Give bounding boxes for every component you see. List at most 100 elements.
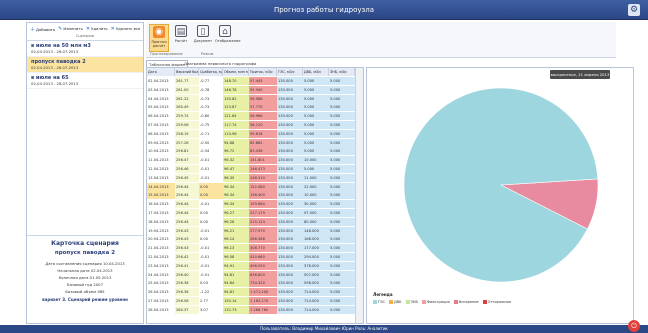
cell-upper-level[interactable]: 256.43 bbox=[175, 226, 199, 235]
cell-upper-level[interactable]: 258.19 bbox=[175, 129, 199, 138]
cell-drawdown[interactable]: 0.00 bbox=[199, 218, 223, 226]
cell-dvb[interactable]: 80.000 bbox=[303, 217, 329, 226]
cell-drawdown[interactable]: 0.00 bbox=[199, 183, 223, 191]
table-row[interactable]: 07.04.2013 259.06 -0.75 117.74 58.120 130.000… bbox=[147, 121, 355, 129]
col-header[interactable]: Дата bbox=[147, 68, 175, 76]
cell-inflow[interactable]: 636.800 bbox=[249, 270, 277, 279]
cell-dvb[interactable]: 5.000 bbox=[303, 85, 329, 94]
cell-drawdown[interactable]: -0.75 bbox=[199, 121, 223, 129]
cell-znb[interactable]: 5.000 bbox=[329, 217, 355, 226]
cell-ges[interactable]: 130.000 bbox=[277, 156, 303, 165]
cell-inflow[interactable]: 420.660 bbox=[249, 253, 277, 261]
cell-znb[interactable]: 5.000 bbox=[329, 244, 355, 253]
cell-ges[interactable]: 130.000 bbox=[277, 244, 303, 253]
cell-upper-level[interactable]: 256.81 bbox=[175, 147, 199, 156]
cell-inflow[interactable]: 146.473 bbox=[249, 165, 277, 173]
cell-date[interactable]: 28.04.2013 bbox=[147, 306, 175, 314]
cell-inflow[interactable]: 227.179 bbox=[249, 209, 277, 217]
cell-upper-level[interactable]: 256.43 bbox=[175, 244, 199, 253]
cell-ges[interactable]: 130.000 bbox=[277, 77, 303, 85]
cell-drawdown[interactable]: -0.01 bbox=[199, 244, 223, 252]
table-row[interactable]: 25.04.2013 256.38 0.03 94.84 734.320 130.000 5… bbox=[147, 279, 355, 288]
cell-znb[interactable]: 5.000 bbox=[329, 165, 355, 173]
cell-volume[interactable]: 96.26 bbox=[223, 217, 249, 226]
cell-date[interactable]: 11.04.2013 bbox=[147, 156, 175, 164]
cell-date[interactable]: 08.04.2013 bbox=[147, 130, 175, 138]
cell-volume[interactable]: 94.81 bbox=[223, 270, 249, 279]
cell-upper-level[interactable]: 256.44 bbox=[175, 182, 199, 191]
cell-znb[interactable]: 5.000 bbox=[329, 297, 355, 305]
table-row[interactable]: 16.04.2013 256.44 -0.01 96.34 159.660 130.000… bbox=[147, 200, 355, 209]
cell-drawdown[interactable]: -0.80 bbox=[199, 112, 223, 120]
cell-inflow[interactable]: 58.120 bbox=[249, 121, 277, 129]
cell-upper-level[interactable]: 260.37 bbox=[175, 305, 199, 314]
table-row[interactable]: 14.04.2013 256.44 0.00 96.34 152.480 130.000 2… bbox=[147, 182, 355, 191]
cell-date[interactable]: 22.04.2013 bbox=[147, 253, 175, 261]
cell-dvb[interactable]: 5.000 bbox=[303, 121, 329, 129]
cell-upper-level[interactable]: 260.49 bbox=[175, 103, 199, 112]
cell-dvb[interactable]: 507.000 bbox=[303, 270, 329, 279]
table-row[interactable]: 20.04.2013 256.43 0.00 96.14 286.388 130.000 1… bbox=[147, 235, 355, 244]
cell-upper-level[interactable]: 261.22 bbox=[175, 94, 199, 103]
cell-upper-level[interactable]: 256.38 bbox=[175, 279, 199, 288]
cell-drawdown[interactable]: -0.01 bbox=[199, 271, 223, 279]
cell-drawdown[interactable]: -0.01 bbox=[199, 156, 223, 164]
cell-ges[interactable]: 130.000 bbox=[277, 103, 303, 112]
cell-inflow[interactable]: 83.436 bbox=[249, 147, 277, 156]
table-row[interactable]: 02.04.2013 261.77 -0.77 148.70 57.445 130.000… bbox=[147, 77, 355, 85]
cell-date[interactable]: 27.04.2013 bbox=[147, 297, 175, 305]
cell-inflow[interactable]: 159.660 bbox=[249, 200, 277, 209]
cell-drawdown[interactable]: 2.77 bbox=[199, 297, 223, 305]
table-row[interactable]: 13.04.2013 256.45 -0.01 96.35 148.310 130.000… bbox=[147, 173, 355, 182]
table-row[interactable]: 09.04.2013 257.28 -0.50 94.88 65.662 130.000 5… bbox=[147, 138, 355, 147]
settings-icon[interactable]: ⚙ bbox=[628, 4, 640, 16]
col-header[interactable]: Сработка, м/сут bbox=[199, 68, 223, 76]
cell-dvb[interactable]: 10.000 bbox=[303, 156, 329, 165]
cell-date[interactable]: 25.04.2013 bbox=[147, 279, 175, 287]
cell-znb[interactable]: 5.000 bbox=[329, 138, 355, 147]
cell-date[interactable]: 12.04.2013 bbox=[147, 165, 175, 173]
cell-ges[interactable]: 130.000 bbox=[277, 121, 303, 129]
cell-drawdown[interactable]: -0.01 bbox=[199, 174, 223, 182]
cell-inflow[interactable]: 496.950 bbox=[249, 261, 277, 270]
cell-znb[interactable]: 5.000 bbox=[329, 270, 355, 279]
cell-dvb[interactable]: 97.000 bbox=[303, 209, 329, 217]
cell-upper-level[interactable]: 256.44 bbox=[175, 200, 199, 209]
cell-ges[interactable]: 130.000 bbox=[277, 226, 303, 235]
cell-inflow[interactable]: 734.320 bbox=[249, 279, 277, 288]
cell-date[interactable]: 05.04.2013 bbox=[147, 103, 175, 111]
cell-ges[interactable]: 130.000 bbox=[277, 200, 303, 209]
cell-ges[interactable]: 130.000 bbox=[277, 261, 303, 270]
cell-ges[interactable]: 130.000 bbox=[277, 182, 303, 191]
cell-volume[interactable]: 96.34 bbox=[223, 182, 249, 191]
cell-dvb[interactable]: 5.000 bbox=[303, 147, 329, 156]
cell-znb[interactable]: 5.000 bbox=[329, 77, 355, 85]
cell-upper-level[interactable]: 256.08 bbox=[175, 297, 199, 305]
cell-volume[interactable]: 94.91 bbox=[223, 261, 249, 270]
edit-scenario-button[interactable]: ✎Изменить bbox=[58, 26, 83, 33]
table-row[interactable]: 11.04.2013 256.47 -0.01 96.32 141.801 130.000… bbox=[147, 156, 355, 165]
cell-inflow[interactable]: 59.618 bbox=[249, 129, 277, 138]
cell-znb[interactable]: 5.000 bbox=[329, 235, 355, 244]
cell-date[interactable]: 06.04.2013 bbox=[147, 112, 175, 120]
legend-item[interactable]: Отторжения bbox=[482, 300, 511, 304]
cell-volume[interactable]: 96.34 bbox=[223, 191, 249, 200]
cell-ges[interactable]: 130.000 bbox=[277, 270, 303, 279]
table-row[interactable]: 05.04.2013 260.49 -0.73 123.87 57.770 130.000… bbox=[147, 103, 355, 112]
cell-inflow[interactable]: 156.400 bbox=[249, 191, 277, 200]
table-row[interactable]: 18.04.2013 256.44 0.00 96.26 215.124 130.000 8… bbox=[147, 217, 355, 226]
scenario-item[interactable]: в июле на 50 млн м3 02.04.2013 - 26.07.2… bbox=[27, 41, 143, 57]
cell-znb[interactable]: 5.000 bbox=[329, 182, 355, 191]
cell-ges[interactable]: 130.000 bbox=[277, 217, 303, 226]
cell-inflow[interactable]: 1 266.760 bbox=[249, 305, 277, 314]
remove-all-button[interactable]: ✕Удалить все bbox=[111, 26, 141, 33]
cell-dvb[interactable]: 22.000 bbox=[303, 182, 329, 191]
display-button[interactable]: ⌂ Отображение bbox=[215, 24, 240, 52]
cell-volume[interactable]: 96.08 bbox=[223, 253, 249, 261]
legend-item[interactable]: ГЭС bbox=[373, 300, 385, 304]
col-header[interactable]: Объем, млн м3 bbox=[223, 68, 249, 76]
cell-upper-level[interactable]: 257.28 bbox=[175, 138, 199, 147]
cell-inflow[interactable]: 55.940 bbox=[249, 85, 277, 94]
cell-volume[interactable]: 96.35 bbox=[223, 173, 249, 182]
cell-ges[interactable]: 130.000 bbox=[277, 235, 303, 244]
